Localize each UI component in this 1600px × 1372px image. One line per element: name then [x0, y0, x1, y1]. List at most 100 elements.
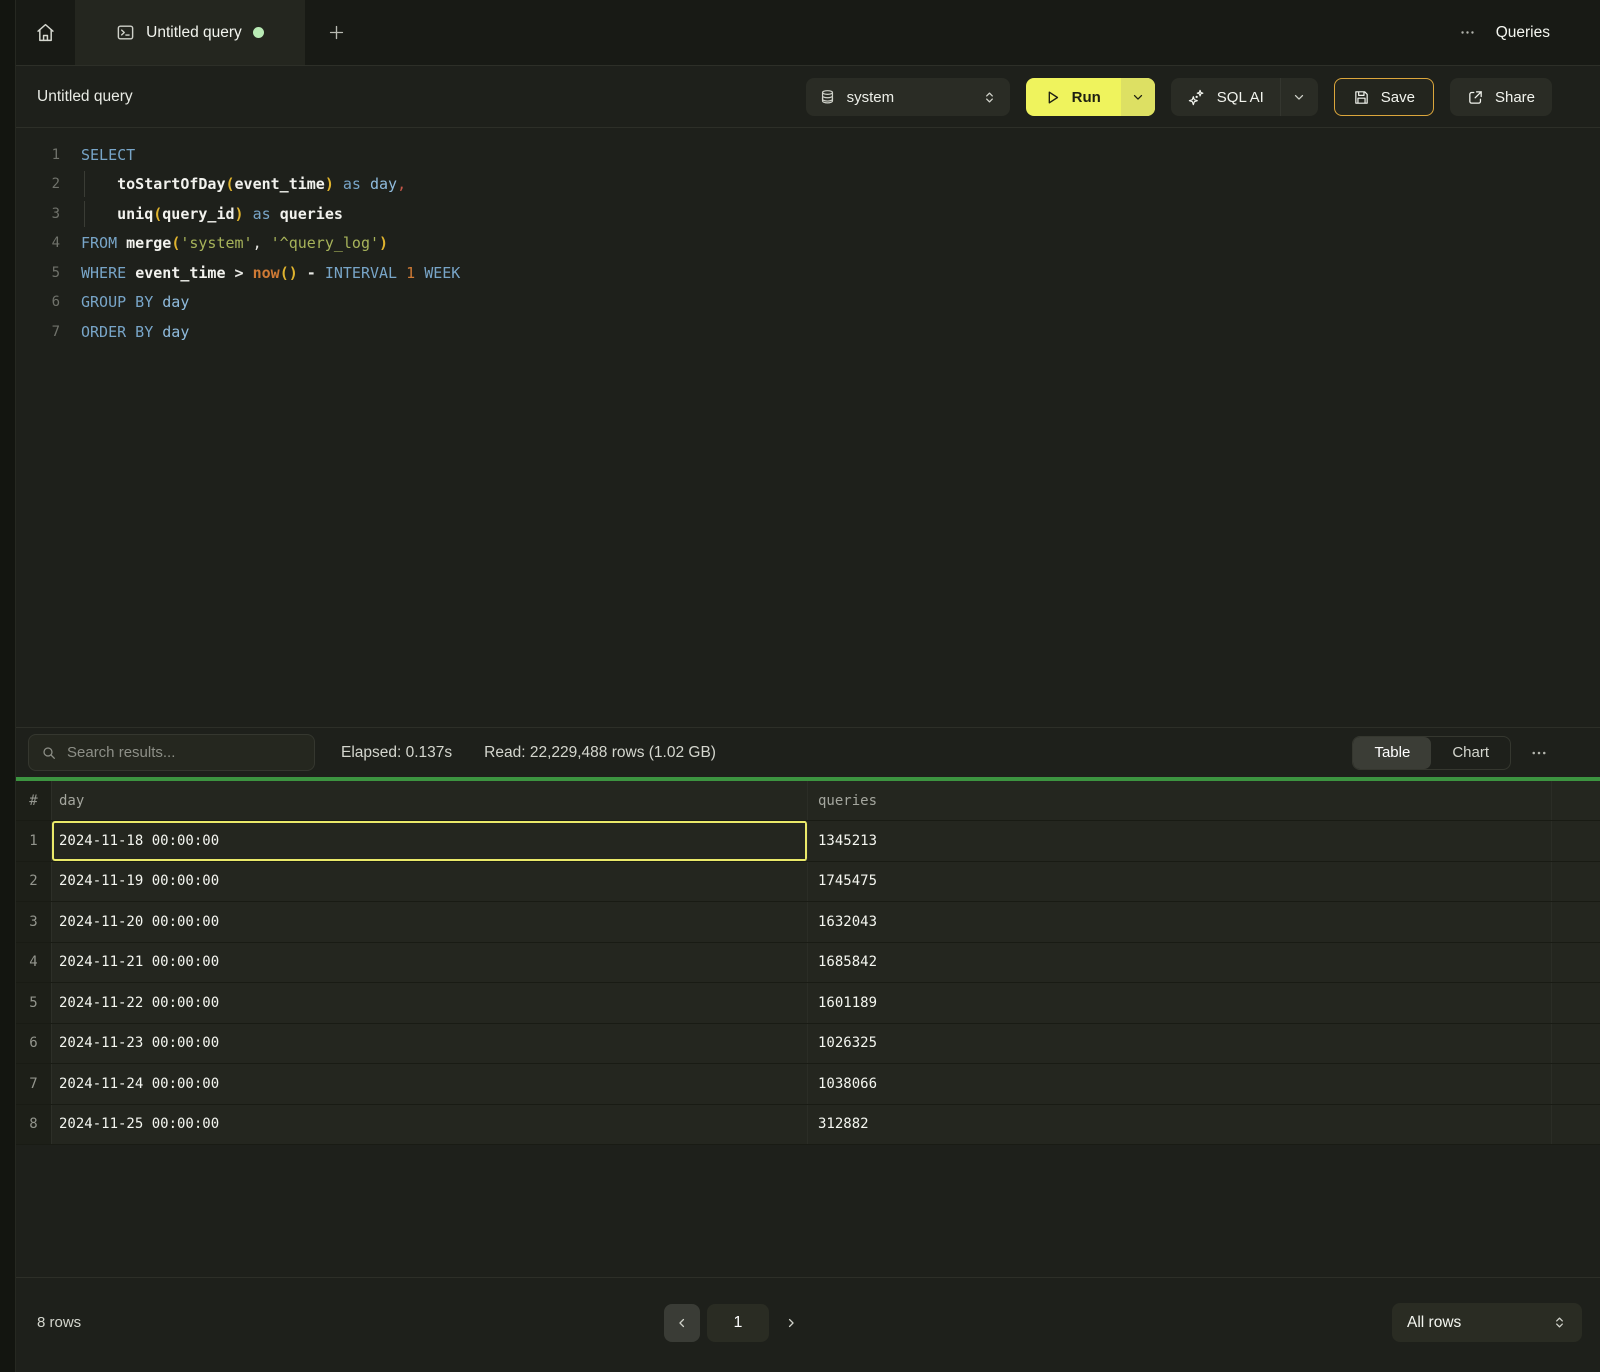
chevron-left-icon — [675, 1316, 689, 1330]
cell-day[interactable]: 2024-11-19 00:00:00 — [52, 862, 808, 902]
column-header-index[interactable]: # — [16, 781, 52, 820]
cell-queries[interactable]: 1601189 — [808, 983, 1552, 1023]
row-filler — [1552, 1105, 1600, 1145]
cell-queries[interactable]: 312882 — [808, 1105, 1552, 1145]
results-footer: 8 rows 1 All rows — [16, 1277, 1600, 1372]
line-number: 7 — [16, 324, 60, 340]
code-line[interactable]: 5WHERE event_time > now() - INTERVAL 1 W… — [16, 258, 1600, 288]
next-page-button[interactable] — [776, 1304, 806, 1342]
query-title[interactable]: Untitled query — [37, 88, 133, 106]
cell-queries[interactable]: 1745475 — [808, 862, 1552, 902]
queries-link[interactable]: Queries — [1496, 24, 1550, 42]
search-icon — [41, 745, 57, 761]
cell-queries[interactable]: 1685842 — [808, 943, 1552, 983]
cell-day[interactable]: 2024-11-18 00:00:00 — [52, 821, 808, 861]
code-line[interactable]: 6GROUP BY day — [16, 288, 1600, 318]
page-size-select[interactable]: All rows — [1392, 1303, 1582, 1342]
results-toolbar: Elapsed: 0.137s Read: 22,229,488 rows (1… — [16, 727, 1600, 777]
row-filler — [1552, 821, 1600, 861]
database-select[interactable]: system — [806, 78, 1010, 116]
cell-day[interactable]: 2024-11-25 00:00:00 — [52, 1105, 808, 1145]
sql-ai-button-group: SQL AI — [1171, 78, 1318, 116]
database-select-value: system — [847, 89, 895, 106]
tab-label: Untitled query — [146, 24, 242, 42]
page-size-value: All rows — [1407, 1314, 1461, 1332]
sql-ai-button[interactable]: SQL AI — [1171, 78, 1280, 116]
more-options-icon[interactable] — [1459, 24, 1476, 41]
cell-queries[interactable]: 1632043 — [808, 902, 1552, 942]
updown-chevron-icon — [982, 90, 997, 105]
row-number[interactable]: 5 — [16, 983, 52, 1023]
prev-page-button[interactable] — [664, 1304, 700, 1342]
search-results-box[interactable] — [28, 734, 315, 771]
row-number[interactable]: 4 — [16, 943, 52, 983]
save-icon — [1353, 89, 1370, 106]
left-rail — [0, 0, 16, 1372]
run-options-button[interactable] — [1121, 78, 1155, 116]
database-icon — [819, 89, 836, 106]
row-number[interactable]: 1 — [16, 821, 52, 861]
chevron-down-icon — [1131, 90, 1145, 104]
run-button-group: Run — [1026, 78, 1155, 116]
column-header-queries[interactable]: queries — [808, 781, 1552, 820]
search-results-input[interactable] — [67, 744, 302, 761]
cell-queries[interactable]: 1345213 — [808, 821, 1552, 861]
tab-chart[interactable]: Chart — [1431, 737, 1510, 769]
sql-ai-options-button[interactable] — [1280, 78, 1318, 116]
row-number[interactable]: 6 — [16, 1024, 52, 1064]
home-button[interactable] — [16, 0, 75, 65]
run-button[interactable]: Run — [1026, 78, 1121, 116]
tab-untitled-query[interactable]: Untitled query — [75, 0, 305, 65]
row-count: 8 rows — [37, 1302, 81, 1342]
cell-day[interactable]: 2024-11-23 00:00:00 — [52, 1024, 808, 1064]
console-tab-icon — [116, 23, 135, 42]
row-number[interactable]: 8 — [16, 1105, 52, 1145]
line-number: 3 — [16, 206, 60, 222]
row-filler — [1552, 902, 1600, 942]
row-number[interactable]: 2 — [16, 862, 52, 902]
page-number-button[interactable]: 1 — [707, 1304, 769, 1342]
code-line[interactable]: 2 toStartOfDay(event_time) as day, — [16, 170, 1600, 200]
row-filler — [1552, 983, 1600, 1023]
cell-day[interactable]: 2024-11-21 00:00:00 — [52, 943, 808, 983]
run-button-label: Run — [1072, 89, 1101, 106]
updown-chevron-icon — [1552, 1315, 1567, 1330]
read-stat: Read: 22,229,488 rows (1.02 GB) — [484, 744, 716, 762]
sparkles-icon — [1187, 88, 1206, 107]
cell-day[interactable]: 2024-11-22 00:00:00 — [52, 983, 808, 1023]
cell-queries[interactable]: 1026325 — [808, 1024, 1552, 1064]
line-number: 2 — [16, 176, 60, 192]
row-number[interactable]: 3 — [16, 902, 52, 942]
new-tab-button[interactable] — [305, 0, 367, 65]
table-row: 52024-11-22 00:00:001601189 — [16, 983, 1600, 1024]
row-filler — [1552, 862, 1600, 902]
plus-icon — [327, 23, 346, 42]
code-line[interactable]: 3 uniq(query_id) as queries — [16, 199, 1600, 229]
share-button[interactable]: Share — [1450, 78, 1552, 116]
table-row: 72024-11-24 00:00:001038066 — [16, 1064, 1600, 1105]
sql-editor[interactable]: 1SELECT2 toStartOfDay(event_time) as day… — [16, 129, 1600, 727]
code-line[interactable]: 1SELECT — [16, 140, 1600, 170]
share-button-label: Share — [1495, 89, 1535, 106]
cell-day[interactable]: 2024-11-24 00:00:00 — [52, 1064, 808, 1104]
row-filler — [1552, 1064, 1600, 1104]
code-text: WHERE event_time > now() - INTERVAL 1 WE… — [81, 264, 460, 282]
sql-ai-label: SQL AI — [1217, 89, 1264, 106]
cell-day[interactable]: 2024-11-20 00:00:00 — [52, 902, 808, 942]
cell-queries[interactable]: 1038066 — [808, 1064, 1552, 1104]
table-header-filler — [1552, 781, 1600, 820]
save-button[interactable]: Save — [1334, 78, 1434, 116]
tab-table[interactable]: Table — [1353, 737, 1431, 769]
code-line[interactable]: 4FROM merge('system', '^query_log') — [16, 229, 1600, 259]
results-more-icon[interactable] — [1530, 744, 1548, 762]
save-button-label: Save — [1381, 89, 1415, 106]
column-header-day[interactable]: day — [52, 781, 808, 820]
home-icon — [35, 22, 56, 43]
code-lines: 1SELECT2 toStartOfDay(event_time) as day… — [16, 140, 1600, 347]
row-number[interactable]: 7 — [16, 1064, 52, 1104]
row-filler — [1552, 943, 1600, 983]
pagination: 1 — [664, 1304, 806, 1342]
code-line[interactable]: 7ORDER BY day — [16, 317, 1600, 347]
play-icon — [1044, 89, 1061, 106]
share-icon — [1467, 89, 1484, 106]
